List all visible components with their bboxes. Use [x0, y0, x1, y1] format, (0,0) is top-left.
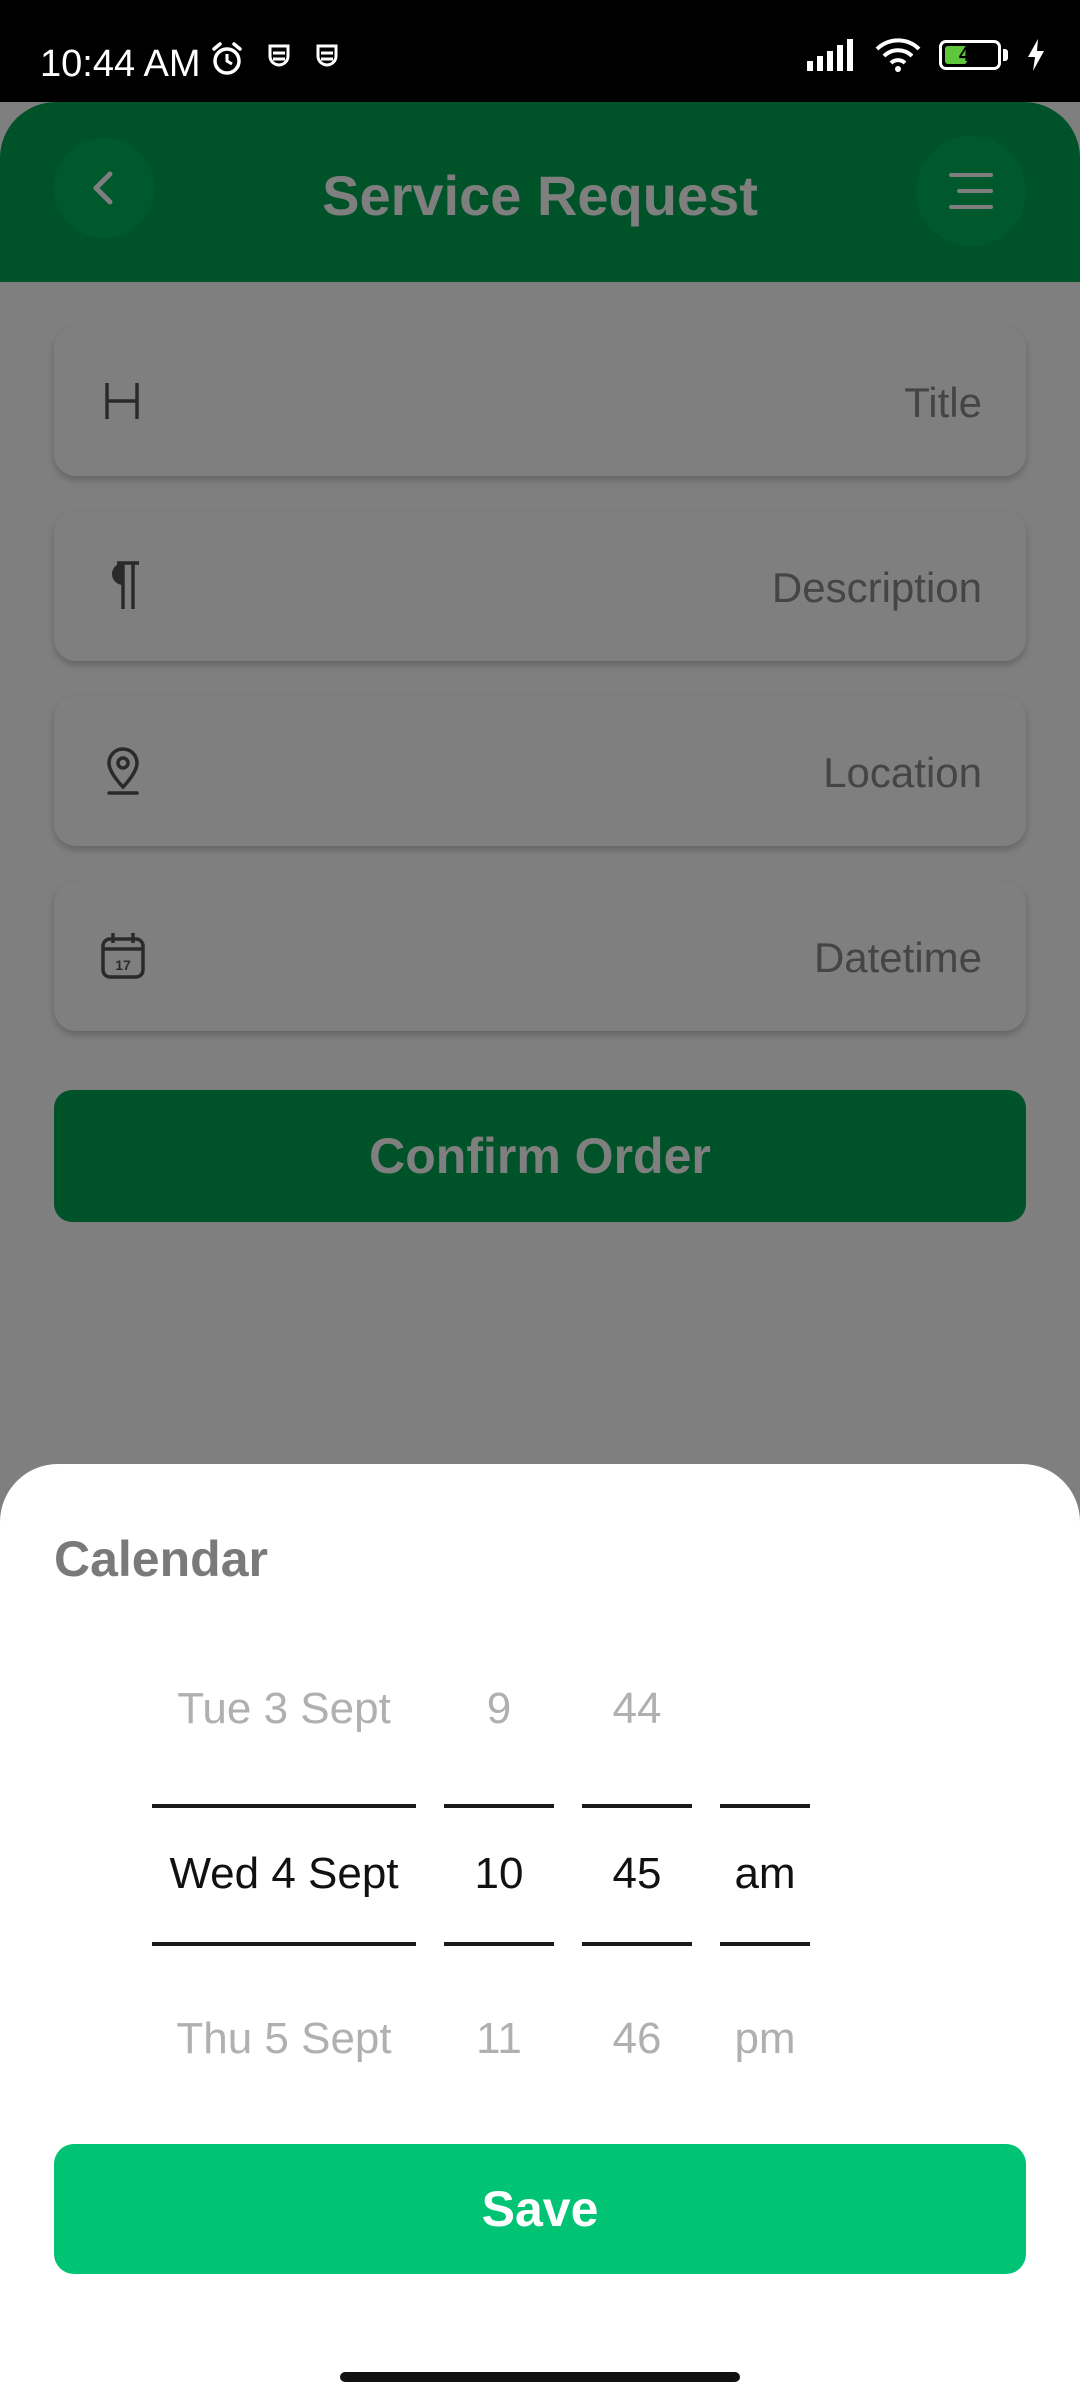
alarm-icon — [212, 42, 242, 75]
minute-option-prev[interactable]: 44 — [582, 1684, 692, 1734]
status-bar: 10:44 AM 40 — [0, 0, 1080, 102]
calendar-title: Calendar — [54, 1531, 268, 1587]
hour-option-next[interactable]: 11 — [444, 2014, 554, 2064]
day-option-prev[interactable]: Tue 3 Sept — [152, 1684, 416, 1734]
hour-option-prev[interactable]: 9 — [444, 1684, 554, 1734]
day-option-next[interactable]: Thu 5 Sept — [152, 2014, 416, 2064]
minute-selection-line-bottom — [582, 1942, 692, 1946]
minute-selection-line-top — [582, 1804, 692, 1808]
battery-icon: 40 — [939, 40, 1001, 70]
status-notification-icons — [208, 40, 342, 78]
hour-selection-line-bottom — [444, 1942, 554, 1946]
minute-option-selected[interactable]: 45 — [582, 1849, 692, 1899]
battery-level: 40 — [958, 44, 982, 66]
hour-selection-line-top — [444, 1804, 554, 1808]
notification-app-icon — [316, 44, 338, 67]
wifi-icon — [875, 38, 921, 72]
day-selection-line-bottom — [152, 1942, 416, 1946]
period-selection-line-bottom — [720, 1942, 810, 1946]
signal-icon — [807, 39, 853, 71]
status-system-icons: 40 — [807, 38, 1046, 72]
period-option-next[interactable]: pm — [720, 2014, 810, 2064]
period-option-selected[interactable]: am — [720, 1849, 810, 1899]
period-selection-line-top — [720, 1804, 810, 1808]
home-indicator[interactable] — [340, 2372, 740, 2382]
notification-app-icon — [268, 44, 290, 67]
status-time: 10:44 AM — [40, 43, 201, 85]
hour-option-selected[interactable]: 10 — [444, 1849, 554, 1899]
calendar-bottom-sheet: Calendar Tue 3 Sept Wed 4 Sept Thu 5 Sep… — [0, 1464, 1080, 2400]
minute-option-next[interactable]: 46 — [582, 2014, 692, 2064]
day-selection-line-top — [152, 1804, 416, 1808]
charging-icon — [1028, 39, 1044, 71]
save-button[interactable]: Save — [54, 2144, 1026, 2274]
day-option-selected[interactable]: Wed 4 Sept — [152, 1849, 416, 1899]
